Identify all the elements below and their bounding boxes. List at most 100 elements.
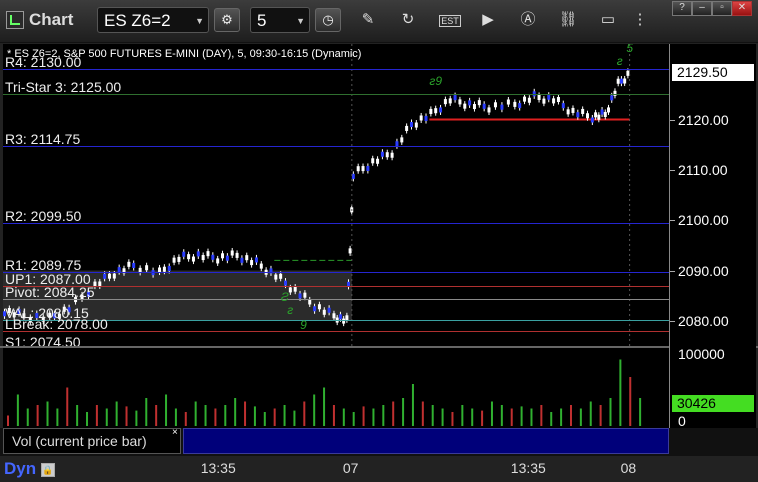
candle (552, 98, 556, 104)
axis-tick (670, 119, 675, 121)
help-button[interactable]: ? (672, 1, 692, 16)
candle (616, 78, 620, 84)
volume-bar (244, 401, 247, 426)
candle (206, 251, 210, 257)
chevron-down-icon[interactable]: ▼ (195, 8, 204, 34)
level-label: S1: 2074.50 (5, 333, 81, 346)
price-axis[interactable]: 2120.00 2110.00 2100.00 2090.00 2080.00 2129… (669, 44, 756, 429)
candle (376, 158, 380, 164)
time-axis[interactable]: Dyn 🔒 13:35 07 13:35 08 (0, 456, 758, 482)
volume-bar (56, 408, 59, 426)
price-tick-label: 2120.00 (678, 111, 729, 128)
dynamic-label: Dyn (4, 459, 37, 478)
candle (385, 152, 389, 158)
candle (429, 108, 433, 114)
volume-bar (26, 408, 29, 426)
candle (600, 109, 604, 115)
pattern-marker: 5 (626, 44, 634, 56)
interval-value: 5 (257, 11, 267, 30)
minimize-button[interactable]: – (692, 1, 712, 16)
interval-combobox[interactable]: 5 ▼ (250, 7, 310, 33)
volume-bar (382, 405, 385, 426)
candle (348, 248, 352, 254)
toolbar: Chart ES Z6=2 ▼ ⚙ 5 ▼ ◷ ✎ ↻ EST ▶ Ⓐ ⛓ ▭ … (0, 0, 758, 43)
dynamic-button[interactable]: Dyn 🔒 (4, 459, 55, 479)
volume-bar (194, 401, 197, 426)
alert-icon: Ⓐ (520, 11, 536, 28)
volume-bar (411, 384, 414, 426)
volume-bar (569, 405, 572, 426)
alert-button[interactable]: Ⓐ (518, 10, 538, 30)
lock-icon[interactable]: 🔒 (40, 462, 55, 477)
volume-bar (125, 406, 128, 426)
candle (112, 273, 116, 279)
refresh-button[interactable]: ↻ (398, 10, 418, 30)
volume-bar (421, 401, 424, 426)
volume-bar (293, 410, 296, 426)
symbol-settings-button[interactable]: ⚙ (214, 8, 240, 32)
volume-bar (165, 394, 168, 426)
link-button[interactable]: ⛓ (558, 10, 578, 30)
candle (434, 108, 438, 114)
symbol-value: ES Z6=2 (104, 11, 171, 30)
volume-bar (589, 401, 592, 426)
candle (607, 107, 611, 113)
candle (303, 292, 307, 298)
volume-bar (16, 394, 19, 426)
volume-bar (490, 401, 493, 426)
message-button[interactable]: ▭ (598, 10, 618, 30)
study-button[interactable]: EST (438, 10, 462, 30)
volume-bar (234, 398, 237, 426)
price-tick-label: 2080.00 (678, 312, 729, 329)
price-tick-label: 2090.00 (678, 262, 729, 279)
candle (274, 274, 278, 280)
volume-bar (510, 408, 513, 426)
window-title-label: Chart (29, 10, 74, 29)
candle (298, 293, 302, 299)
volume-chart (7, 359, 642, 426)
candle (458, 99, 462, 105)
volume-bar (323, 387, 326, 426)
pencil-icon: ✎ (361, 11, 375, 28)
candle (245, 255, 249, 261)
volume-bar (273, 408, 276, 426)
volume-bar (115, 401, 118, 426)
candle (590, 117, 594, 123)
candle (513, 101, 517, 107)
chart-window: Chart ES Z6=2 ▼ ⚙ 5 ▼ ◷ ✎ ↻ EST ▶ Ⓐ ⛓ ▭ … (0, 0, 758, 482)
level-label: LBreak: 2078.00 (5, 315, 108, 332)
volume-panel-tab[interactable]: Vol (current price bar) × (3, 427, 181, 454)
volume-bar (402, 398, 405, 426)
close-button[interactable]: ✕ (732, 1, 752, 16)
draw-pencil-button[interactable]: ✎ (358, 10, 378, 30)
interval-clock-button[interactable]: ◷ (315, 8, 341, 32)
volume-bar (253, 406, 256, 426)
candle (400, 137, 404, 143)
time-tick-label: 07 (342, 460, 359, 476)
volume-bar (431, 405, 434, 426)
chevron-down-icon[interactable]: ▼ (296, 8, 305, 34)
maximize-button[interactable]: ▫ (712, 1, 732, 16)
candle (594, 112, 598, 118)
candle (103, 273, 107, 279)
price-tick-label: 2100.00 (678, 212, 729, 229)
candle (576, 112, 580, 118)
window-title: Chart (6, 8, 73, 32)
candle (405, 125, 409, 131)
candle (216, 258, 220, 264)
more-button[interactable]: ⋮ (630, 10, 650, 30)
volume-pane[interactable] (3, 348, 669, 428)
volume-bar (579, 408, 582, 426)
volume-bar (481, 410, 484, 426)
volume-bar (550, 412, 553, 426)
volume-bar (95, 405, 98, 426)
level-line (3, 299, 669, 301)
gear-icon: ⚙ (221, 12, 233, 27)
candle (448, 98, 452, 104)
price-pane[interactable]: R4: 2130.00 Tri-Star 3: 2125.00 R3: 2114.7… (3, 44, 669, 346)
close-icon[interactable]: × (172, 421, 178, 445)
play-button[interactable]: ▶ (478, 10, 498, 30)
symbol-combobox[interactable]: ES Z6=2 ▼ (97, 7, 209, 33)
volume-bar (560, 408, 563, 426)
price-tick-label: 2110.00 (678, 161, 728, 178)
